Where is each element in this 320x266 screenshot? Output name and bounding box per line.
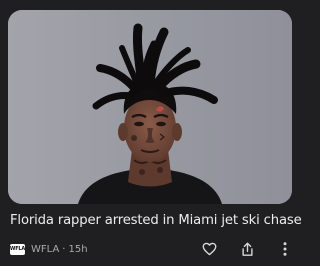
story-actions (180, 240, 294, 258)
heart-outline-icon (202, 242, 216, 256)
mugshot-image (8, 10, 292, 204)
story-age: 15h (68, 243, 88, 255)
more-vertical-icon (283, 242, 287, 256)
source-name: WFLA (31, 243, 60, 255)
share-button[interactable] (238, 240, 256, 258)
like-button[interactable] (200, 240, 218, 258)
story-headline[interactable]: Florida rapper arrested in Miami jet ski… (10, 212, 302, 230)
story-photo[interactable] (8, 10, 292, 204)
news-card[interactable]: Florida rapper arrested in Miami jet ski… (0, 0, 302, 266)
source-logo: WFLA (10, 243, 25, 255)
meta-separator: · (62, 243, 66, 255)
share-icon (241, 242, 253, 256)
more-options-button[interactable] (276, 240, 294, 258)
story-meta: WFLA WFLA · 15h (10, 241, 88, 257)
